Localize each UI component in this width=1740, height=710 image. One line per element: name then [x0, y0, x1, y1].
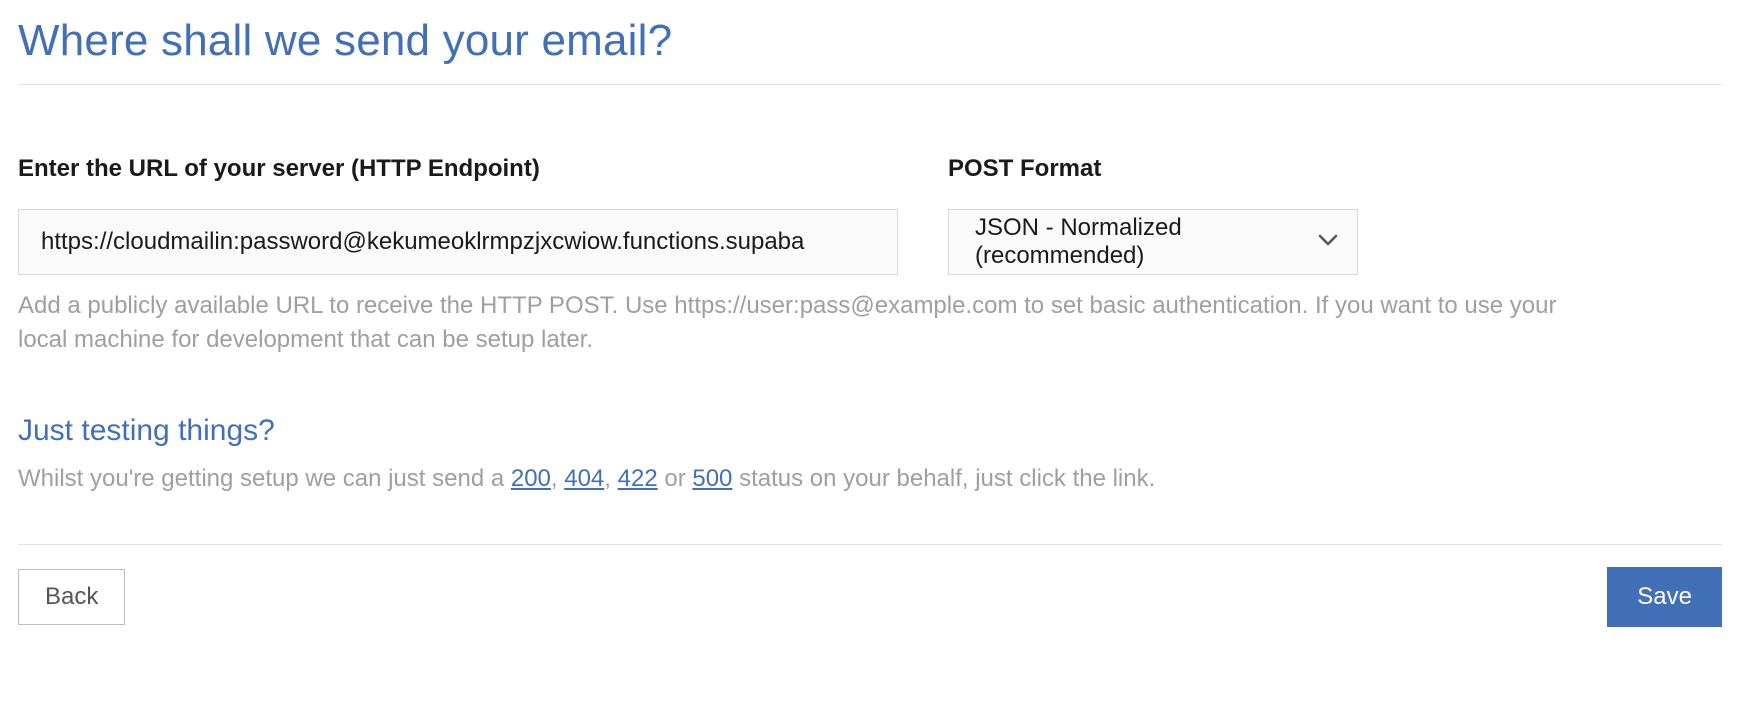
sep: or: [658, 465, 693, 492]
url-field-label: Enter the URL of your server (HTTP Endpo…: [18, 155, 898, 183]
save-button[interactable]: Save: [1607, 567, 1722, 627]
format-field: POST Format JSON - Normalized (recommend…: [948, 155, 1358, 275]
help-text: Add a publicly available URL to receive …: [18, 289, 1578, 356]
divider: [18, 544, 1722, 545]
url-input[interactable]: [18, 209, 898, 275]
divider: [18, 84, 1722, 85]
back-button[interactable]: Back: [18, 569, 125, 625]
format-select-value: JSON - Normalized (recommended): [948, 209, 1358, 275]
status-422-link[interactable]: 422: [618, 465, 658, 492]
testing-heading: Just testing things?: [18, 414, 1722, 448]
form-row: Enter the URL of your server (HTTP Endpo…: [18, 155, 1722, 275]
sep: ,: [604, 465, 617, 492]
format-select[interactable]: JSON - Normalized (recommended): [948, 209, 1358, 275]
sep: ,: [551, 465, 564, 492]
testing-suffix: status on your behalf, just click the li…: [732, 465, 1155, 492]
status-500-link[interactable]: 500: [692, 465, 732, 492]
url-field: Enter the URL of your server (HTTP Endpo…: [18, 155, 898, 275]
button-row: Back Save: [18, 567, 1722, 627]
format-field-label: POST Format: [948, 155, 1358, 183]
testing-line: Whilst you're getting setup we can just …: [18, 462, 1722, 496]
testing-prefix: Whilst you're getting setup we can just …: [18, 465, 511, 492]
page-title: Where shall we send your email?: [18, 16, 1722, 66]
status-404-link[interactable]: 404: [564, 465, 604, 492]
status-200-link[interactable]: 200: [511, 465, 551, 492]
